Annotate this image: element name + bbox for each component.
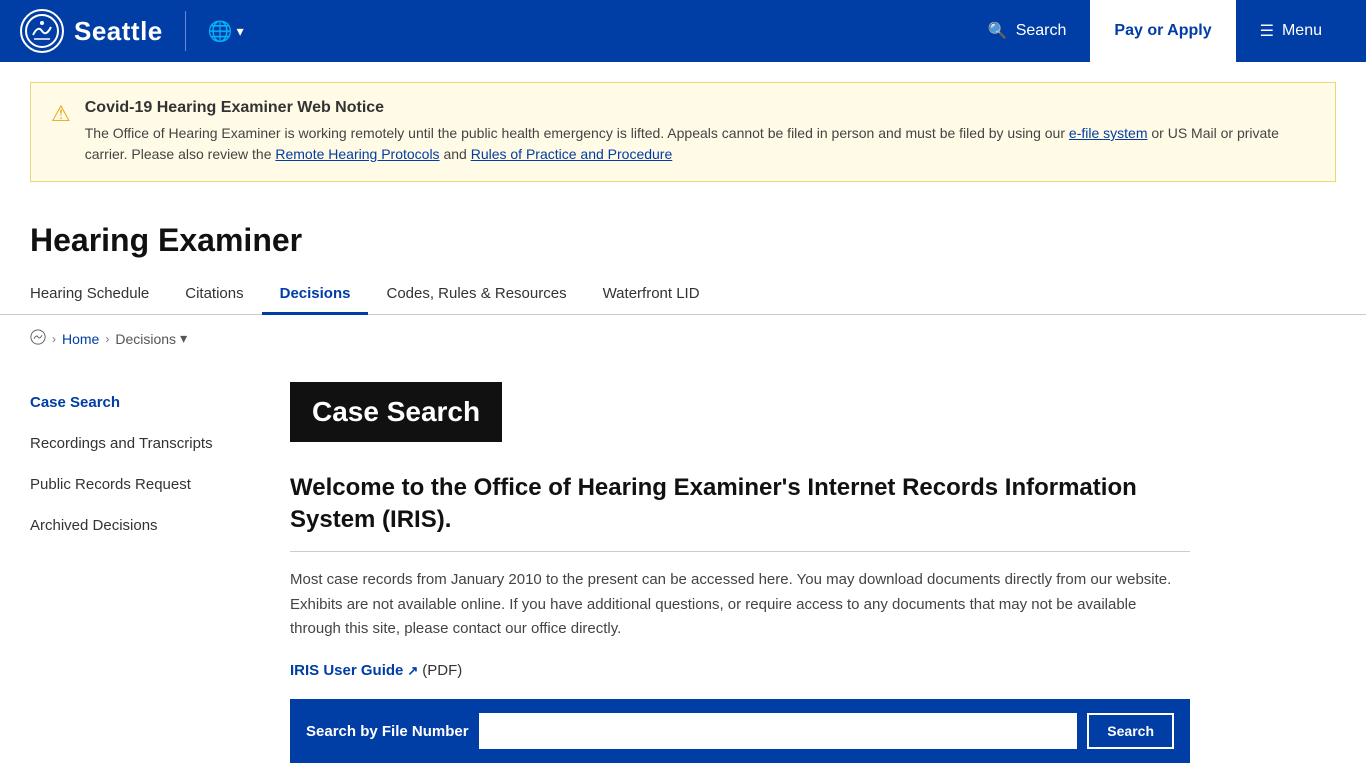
case-search-heading: Case Search [290, 382, 502, 442]
page-title: Hearing Examiner [30, 222, 1336, 259]
site-title: Seattle [74, 16, 163, 47]
breadcrumb-home-icon [30, 329, 46, 348]
notice-content: Covid-19 Hearing Examiner Web Notice The… [85, 99, 1315, 165]
sidebar: Case Search Recordings and Transcripts P… [30, 382, 250, 763]
menu-icon: ☰ [1260, 21, 1274, 41]
notice-body: The Office of Hearing Examiner is workin… [85, 123, 1315, 165]
search-form-label: Search by File Number [306, 723, 469, 740]
nav-tabs: Hearing Schedule Citations Decisions Cod… [0, 275, 1366, 315]
main-content: Case Search Welcome to the Office of Hea… [290, 382, 1190, 763]
header-left: Seattle 🌐 ▾ [20, 9, 244, 53]
remote-hearing-link[interactable]: Remote Hearing Protocols [275, 146, 439, 162]
tab-decisions[interactable]: Decisions [262, 275, 369, 315]
rules-link[interactable]: Rules of Practice and Procedure [471, 146, 673, 162]
notice-title: Covid-19 Hearing Examiner Web Notice [85, 99, 1315, 117]
tab-hearing-schedule[interactable]: Hearing Schedule [30, 275, 167, 315]
search-form-button[interactable]: Search [1087, 713, 1174, 749]
breadcrumb-chevron-down-icon: ▾ [180, 330, 187, 347]
seattle-logo[interactable]: Seattle [20, 9, 163, 53]
search-label: Search [1016, 22, 1067, 40]
efile-link[interactable]: e-file system [1069, 125, 1148, 141]
welcome-heading: Welcome to the Office of Hearing Examine… [290, 472, 1190, 537]
breadcrumb-home-link[interactable]: Home [62, 331, 99, 347]
translate-button[interactable]: 🌐 ▾ [208, 19, 244, 44]
pay-apply-label: Pay or Apply [1114, 22, 1211, 40]
iris-user-guide-link[interactable]: IRIS User Guide ↗ (PDF) [290, 662, 462, 679]
breadcrumb-arrow-1: › [52, 332, 56, 346]
translate-icon: 🌐 [208, 19, 233, 44]
iris-link-suffix: (PDF) [422, 662, 462, 679]
search-form-input[interactable] [479, 713, 1078, 749]
menu-button[interactable]: ☰ Menu [1236, 0, 1346, 62]
tab-waterfront-lid[interactable]: Waterfront LID [585, 275, 718, 315]
logo-svg [24, 13, 60, 49]
sidebar-item-archived-decisions[interactable]: Archived Decisions [30, 505, 250, 546]
external-link-icon: ↗ [407, 663, 418, 679]
sidebar-item-public-records[interactable]: Public Records Request [30, 464, 250, 505]
tab-codes-rules-resources[interactable]: Codes, Rules & Resources [368, 275, 584, 315]
sidebar-item-recordings-transcripts[interactable]: Recordings and Transcripts [30, 423, 250, 464]
warning-icon: ⚠ [51, 101, 71, 127]
pay-apply-button[interactable]: Pay or Apply [1090, 0, 1235, 62]
translate-chevron: ▾ [237, 23, 244, 40]
iris-link-label: IRIS User Guide [290, 662, 403, 679]
iris-user-guide-row: IRIS User Guide ↗ (PDF) [290, 662, 1190, 699]
page-title-section: Hearing Examiner [0, 202, 1366, 259]
breadcrumb-arrow-2: › [105, 332, 109, 346]
header-divider [185, 11, 186, 51]
content-body-text: Most case records from January 2010 to t… [290, 568, 1190, 642]
search-icon: 🔍 [988, 21, 1008, 41]
logo-circle [20, 9, 64, 53]
site-header: Seattle 🌐 ▾ 🔍 Search Pay or Apply ☰ Menu [0, 0, 1366, 62]
menu-label: Menu [1282, 22, 1322, 40]
breadcrumb-current: Decisions [115, 331, 176, 347]
sidebar-item-case-search[interactable]: Case Search [30, 382, 250, 423]
search-form-bar: Search by File Number Search [290, 699, 1190, 763]
main-layout: Case Search Recordings and Transcripts P… [0, 362, 1366, 783]
content-divider [290, 551, 1190, 552]
header-right: 🔍 Search Pay or Apply ☰ Menu [964, 0, 1346, 62]
search-button[interactable]: 🔍 Search [964, 0, 1091, 62]
tab-citations[interactable]: Citations [167, 275, 261, 315]
notice-text-before-link1: The Office of Hearing Examiner is workin… [85, 125, 1069, 141]
notice-banner: ⚠ Covid-19 Hearing Examiner Web Notice T… [30, 82, 1336, 182]
notice-text-and: and [440, 146, 471, 162]
breadcrumb: › Home › Decisions ▾ [0, 315, 1366, 362]
breadcrumb-decisions-dropdown[interactable]: Decisions ▾ [115, 330, 187, 347]
